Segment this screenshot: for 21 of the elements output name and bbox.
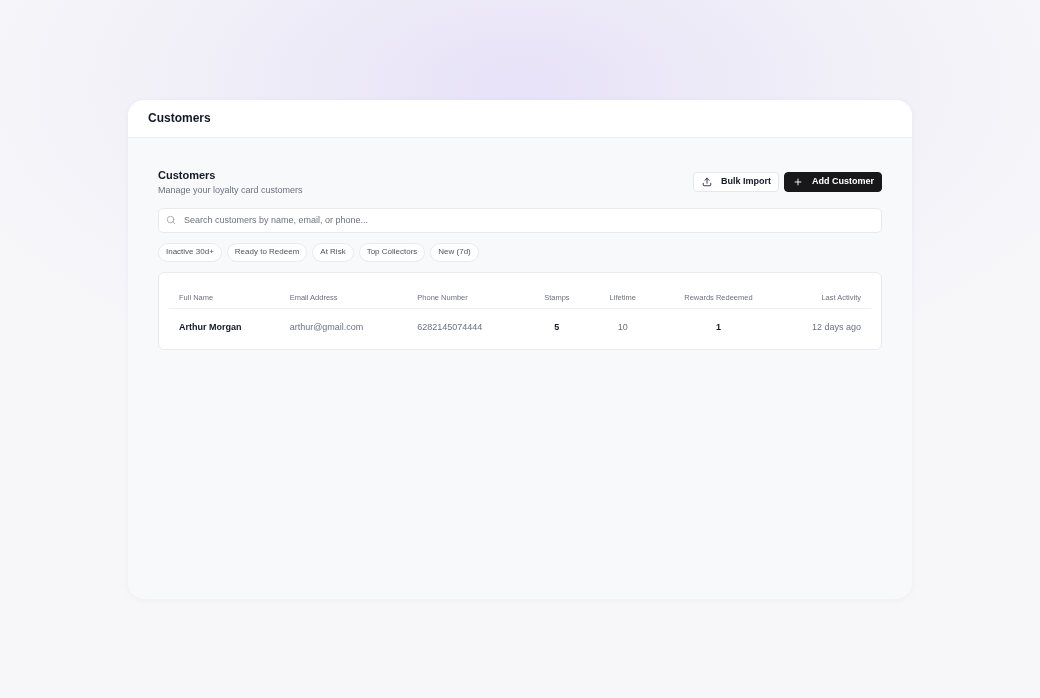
add-customer-button[interactable]: Add Customer: [784, 172, 882, 192]
table-cell: 6282145074444: [417, 321, 483, 332]
table-cell: 12 days ago: [811, 321, 861, 332]
bulk-import-button[interactable]: Bulk Import: [692, 172, 779, 192]
page-title: Customers: [148, 110, 211, 127]
search-icon: [166, 215, 176, 225]
table-cell: 5: [554, 321, 560, 332]
filter-chip[interactable]: Ready to Redeem: [226, 242, 308, 262]
table-cell: arthur@gmail.com: [289, 321, 364, 332]
filter-chip[interactable]: New (7d): [430, 242, 479, 262]
search-field[interactable]: Search customers by name, email, or phone...: [158, 207, 882, 233]
section-title: Customers: [158, 167, 217, 182]
plus-icon: [793, 177, 803, 187]
filter-chip[interactable]: Inactive 30d+: [158, 242, 222, 262]
table-cell: 10: [617, 321, 628, 332]
table-cell: 1: [715, 321, 721, 332]
upload-icon: [701, 177, 712, 187]
filter-chip[interactable]: Top Collectors: [358, 242, 426, 262]
section-subtitle: Manage your loyalty card customers: [158, 183, 303, 197]
table-cell: Arthur Morgan: [179, 321, 242, 332]
filter-chip[interactable]: At Risk: [312, 242, 354, 262]
